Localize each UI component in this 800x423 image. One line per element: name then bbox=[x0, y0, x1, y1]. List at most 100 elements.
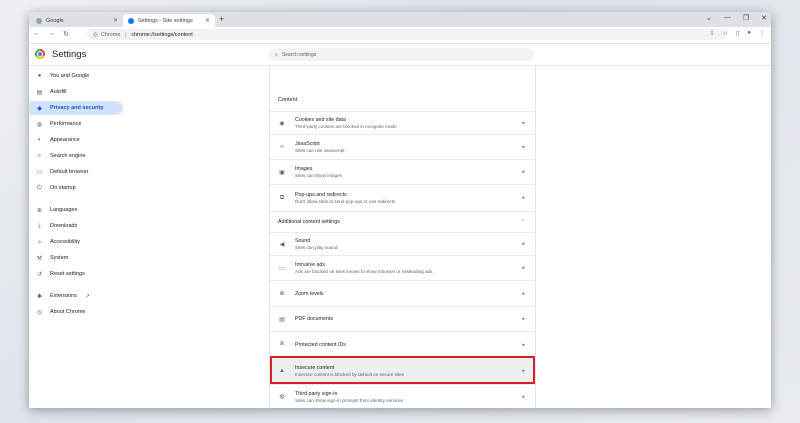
sidebar-item-on-startup[interactable]: ⏻ On startup bbox=[29, 181, 123, 195]
row-cookies[interactable]: ◉ Cookies and site data Third-party cooki… bbox=[270, 111, 535, 134]
tab-label: Google bbox=[46, 17, 64, 24]
sidebar-item-search-engine[interactable]: ⌕ Search engine bbox=[29, 149, 123, 163]
search-settings-input[interactable]: ⌕ Search settings bbox=[269, 48, 534, 61]
maximize-button[interactable]: ❐ bbox=[743, 14, 749, 22]
row-popups[interactable]: ⧉ Pop-ups and redirects Don't allow sites… bbox=[270, 184, 535, 211]
pdf-icon: ▤ bbox=[279, 316, 285, 323]
close-icon[interactable]: ✕ bbox=[113, 17, 118, 24]
row-images[interactable]: ▣ Images Sites can show images ▸ bbox=[270, 159, 535, 184]
row-sound[interactable]: ◀ Sound Sites can play sound ▸ bbox=[270, 232, 535, 255]
tab-label: Settings - Site settings bbox=[138, 17, 193, 24]
arrow-right-icon: ▸ bbox=[522, 120, 525, 126]
row-protected-content-ids[interactable]: ⧈ Protected content IDs ▸ bbox=[270, 331, 535, 357]
cookie-icon: ◉ bbox=[279, 120, 285, 127]
close-icon[interactable]: ✕ bbox=[205, 17, 210, 24]
tab-settings[interactable]: Settings - Site settings ✕ bbox=[123, 14, 215, 27]
sidebar-item-you-and-google[interactable]: ● You and Google bbox=[29, 69, 123, 83]
arrow-right-icon: ▸ bbox=[522, 316, 525, 322]
sound-icon: ◀ bbox=[279, 241, 285, 248]
share-icon[interactable]: ⇪ bbox=[710, 30, 715, 37]
tab-google[interactable]: Google ✕ bbox=[31, 14, 123, 27]
wrench-icon: ⚒ bbox=[36, 255, 43, 262]
chrome-icon: ◎ bbox=[36, 309, 43, 316]
profile-icon[interactable]: ● bbox=[747, 30, 751, 37]
sidebar-item-system[interactable]: ⚒ System bbox=[29, 251, 123, 265]
row-zoom-levels[interactable]: ⊕ Zoom levels ▸ bbox=[270, 280, 535, 306]
arrow-right-icon: ▸ bbox=[522, 144, 525, 150]
image-icon: ▣ bbox=[279, 169, 285, 176]
arrow-right-icon: ▸ bbox=[522, 265, 525, 271]
chrome-icon: ◎ bbox=[93, 31, 98, 38]
menu-icon[interactable]: ⋮ bbox=[759, 30, 765, 37]
browser-window: Google ✕ Settings - Site settings ✕ + ⌄ … bbox=[29, 12, 771, 408]
sidebar-item-autofill[interactable]: ▤ Autofill bbox=[29, 85, 123, 99]
side-panel-icon[interactable]: ▯ bbox=[736, 30, 739, 37]
accessibility-icon: ✧ bbox=[36, 239, 43, 246]
sidebar-item-downloads[interactable]: ⤓ Downloads bbox=[29, 219, 123, 233]
sidebar: ● You and Google ▤ Autofill ◈ Privacy and s… bbox=[29, 66, 129, 396]
row-javascript[interactable]: ‹› JavaScript Sites can use Javascript ▸ bbox=[270, 134, 535, 159]
bookmark-star-icon[interactable]: ☆ bbox=[723, 30, 728, 37]
power-icon: ⏻ bbox=[37, 184, 42, 191]
content-settings-panel: Content ◉ Cookies and site data Third-par… bbox=[269, 66, 536, 408]
arrow-right-icon: ▸ bbox=[522, 393, 525, 400]
search-icon: ⌕ bbox=[275, 51, 278, 58]
arrow-right-icon: ▸ bbox=[522, 195, 525, 201]
tab-search-icon[interactable]: ⌄ bbox=[706, 14, 712, 22]
address-bar[interactable]: ◎ Chrome chrome://settings/content bbox=[87, 29, 727, 40]
performance-icon: ◍ bbox=[36, 121, 43, 128]
page-title: Settings bbox=[52, 49, 87, 60]
arrow-right-icon: ▸ bbox=[522, 241, 525, 247]
search-icon: ⌕ bbox=[37, 152, 42, 159]
autofill-icon: ▤ bbox=[36, 89, 43, 96]
row-third-party-sign-in[interactable]: ◍ Third party sign-in Sites can show sign… bbox=[270, 384, 535, 408]
arrow-right-icon: ▸ bbox=[522, 169, 525, 175]
additional-content-settings-toggle[interactable]: Additional content settings ⌃ bbox=[270, 211, 535, 232]
sidebar-item-reset-settings[interactable]: ↺ Reset settings bbox=[29, 267, 123, 281]
reset-icon: ↺ bbox=[36, 271, 43, 278]
sidebar-item-privacy-and-security[interactable]: ◈ Privacy and security bbox=[29, 101, 123, 115]
minimize-button[interactable]: — bbox=[724, 14, 731, 22]
person-icon: ● bbox=[37, 73, 42, 79]
protected-icon: ⧈ bbox=[280, 341, 284, 347]
globe-icon: ⊕ bbox=[36, 207, 43, 214]
popup-icon: ⧉ bbox=[279, 194, 285, 201]
section-title-content: Content bbox=[278, 97, 298, 103]
external-link-icon: ↗ bbox=[84, 293, 90, 300]
shield-icon: ◈ bbox=[37, 105, 42, 112]
download-icon: ⤓ bbox=[38, 222, 41, 229]
browser-icon: ▭ bbox=[36, 169, 43, 176]
reload-icon[interactable]: ↻ bbox=[63, 30, 69, 38]
back-icon[interactable]: ← bbox=[33, 30, 40, 38]
sidebar-item-about-chrome[interactable]: ◎ About Chrome bbox=[29, 305, 123, 319]
sidebar-item-performance[interactable]: ◍ Performance bbox=[29, 117, 123, 131]
sidebar-item-appearance[interactable]: ◐ Appearance bbox=[29, 133, 123, 147]
settings-header: Settings ⌕ Search settings bbox=[29, 44, 771, 66]
arrow-right-icon: ▸ bbox=[522, 290, 525, 297]
forward-icon[interactable]: → bbox=[48, 30, 55, 38]
arrow-right-icon: ▸ bbox=[522, 341, 525, 348]
browser-toolbar: ← → ↻ ◎ Chrome chrome://settings/content… bbox=[29, 27, 771, 44]
sidebar-item-default-browser[interactable]: ▭ Default browser bbox=[29, 165, 123, 179]
globe-icon bbox=[36, 17, 42, 24]
account-icon: ◍ bbox=[279, 394, 285, 400]
puzzle-icon: ✱ bbox=[36, 293, 43, 300]
ads-icon: ▭ bbox=[279, 265, 285, 272]
palette-icon: ◐ bbox=[37, 137, 42, 143]
sidebar-item-accessibility[interactable]: ✧ Accessibility bbox=[29, 235, 123, 249]
sidebar-item-extensions[interactable]: ✱ Extensions ↗ bbox=[29, 289, 123, 303]
row-pdf-documents[interactable]: ▤ PDF documents ▸ bbox=[270, 306, 535, 331]
url-text: chrome://settings/content bbox=[131, 31, 193, 38]
window-controls: ⌄ — ❐ ✕ bbox=[706, 14, 767, 22]
row-intrusive-ads[interactable]: ▭ Intrusive ads Ads are blocked on sites … bbox=[270, 255, 535, 280]
zoom-icon: ⊕ bbox=[279, 291, 285, 297]
close-window-button[interactable]: ✕ bbox=[761, 14, 767, 22]
settings-favicon-icon bbox=[128, 17, 134, 24]
chrome-logo-icon bbox=[35, 49, 45, 59]
code-icon: ‹› bbox=[280, 144, 284, 150]
new-tab-button[interactable]: + bbox=[219, 14, 224, 24]
site-chip[interactable]: ◎ Chrome bbox=[93, 31, 127, 38]
highlight-box-insecure-content bbox=[270, 356, 535, 384]
chevron-up-icon: ⌃ bbox=[520, 219, 525, 225]
sidebar-item-languages[interactable]: ⊕ Languages bbox=[29, 203, 123, 217]
